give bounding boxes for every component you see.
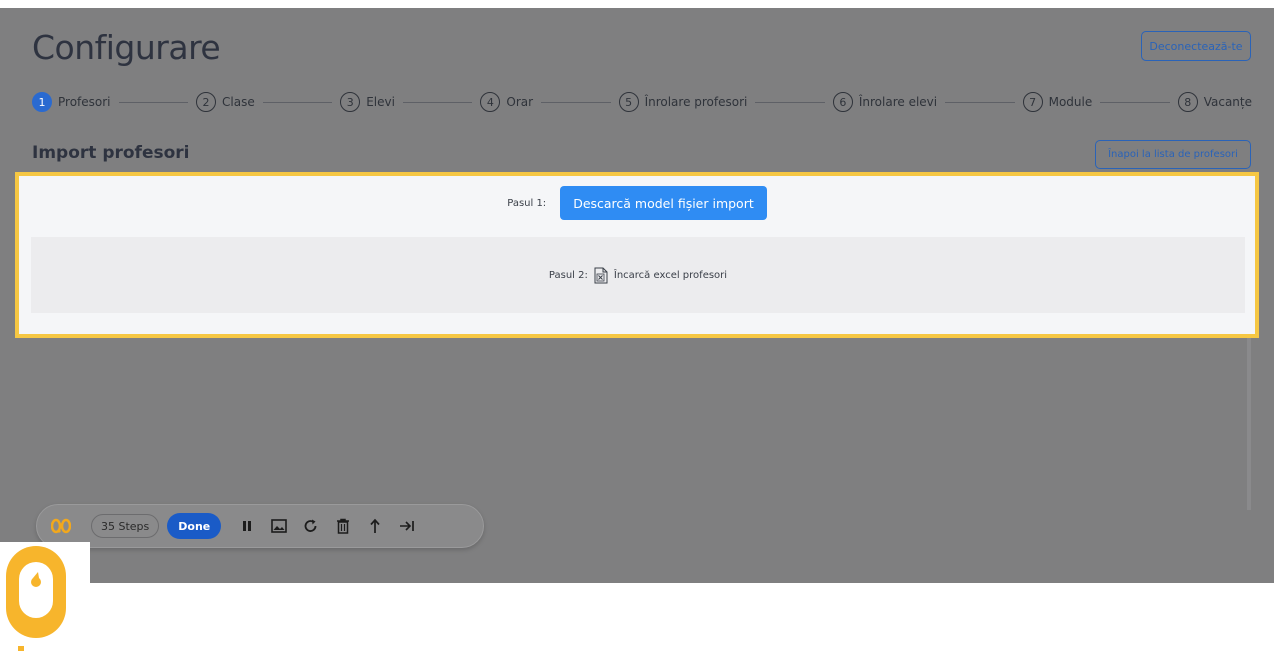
step-connector [541,101,611,103]
upload-dropzone[interactable]: Pasul 2: Încarcă excel profesori [31,237,1245,313]
step-label: Înrolare profesori [644,95,748,109]
step-label: Clase [222,95,255,109]
step-connector [262,101,333,103]
pause-icon[interactable] [237,516,257,536]
steps-count-badge[interactable]: 35 Steps [91,514,160,538]
step-number: 6 [832,92,853,112]
section-title: Import profesori [32,143,190,163]
configuration-page: Configurare Deconectează-te 1 Profesori … [0,0,1274,583]
import-panel: Pasul 1: Descarcă model fișier import Pa… [15,172,1259,338]
logout-button[interactable]: Deconectează-te [1141,31,1251,61]
redo-icon[interactable] [301,516,321,536]
step-clase[interactable]: 2 Clase [196,92,255,112]
step-inrolare-profesori[interactable]: 5 Înrolare profesori [618,92,748,112]
excel-file-icon [594,267,608,284]
done-button[interactable]: Done [167,513,222,539]
step-number: 3 [340,92,361,112]
step-number: 7 [1022,92,1043,112]
step-number: 1 [32,92,52,112]
step-label: Profesori [58,95,111,109]
step-label: Vacanțe [1203,95,1252,109]
page-title: Configurare [32,28,221,67]
step-number: 5 [618,92,639,112]
step-elevi[interactable]: 3 Elevi [340,92,395,112]
step-label: Module [1048,95,1093,109]
skip-icon[interactable] [397,516,417,536]
brand-badge [0,542,90,651]
brand-logo-icon [6,546,66,651]
step-label: Înrolare elevi [858,95,938,109]
step-label: Orar [506,95,534,109]
step-2-label: Pasul 2: [548,269,588,281]
step-connector [1100,101,1170,103]
image-icon[interactable] [269,516,289,536]
recorder-toolbar: 35 Steps Done [36,504,484,548]
step-connector [118,101,188,103]
step-number: 8 [1177,92,1198,112]
app-window: Configurare Deconectează-te 1 Profesori … [0,0,1274,651]
step-vacante[interactable]: 8 Vacanțe [1177,92,1252,112]
step-inrolare-elevi[interactable]: 6 Înrolare elevi [832,92,938,112]
recorder-logo-icon [51,518,71,534]
back-to-teachers-button[interactable]: Înapoi la lista de profesori [1095,140,1251,169]
step-number: 2 [196,92,216,112]
step-profesori[interactable]: 1 Profesori [32,92,111,112]
step-connector [402,101,473,103]
setup-stepper: 1 Profesori 2 Clase 3 Elevi 4 Orar 5 Înr… [32,90,1252,114]
step-number: 4 [480,92,501,112]
scrollbar[interactable] [1247,338,1251,510]
step-connector [755,101,825,103]
step-1-label: Pasul 1: [507,197,547,209]
download-template-button[interactable]: Descarcă model fișier import [560,186,767,220]
share-icon[interactable] [365,516,385,536]
upload-excel-label[interactable]: Încarcă excel profesori [614,270,727,281]
step-orar[interactable]: 4 Orar [480,92,533,112]
step-module[interactable]: 7 Module [1022,92,1093,112]
step-connector [945,101,1015,103]
import-step-1: Pasul 1: Descarcă model fișier import [19,186,1255,220]
step-label: Elevi [366,95,395,109]
trash-icon[interactable] [333,516,353,536]
